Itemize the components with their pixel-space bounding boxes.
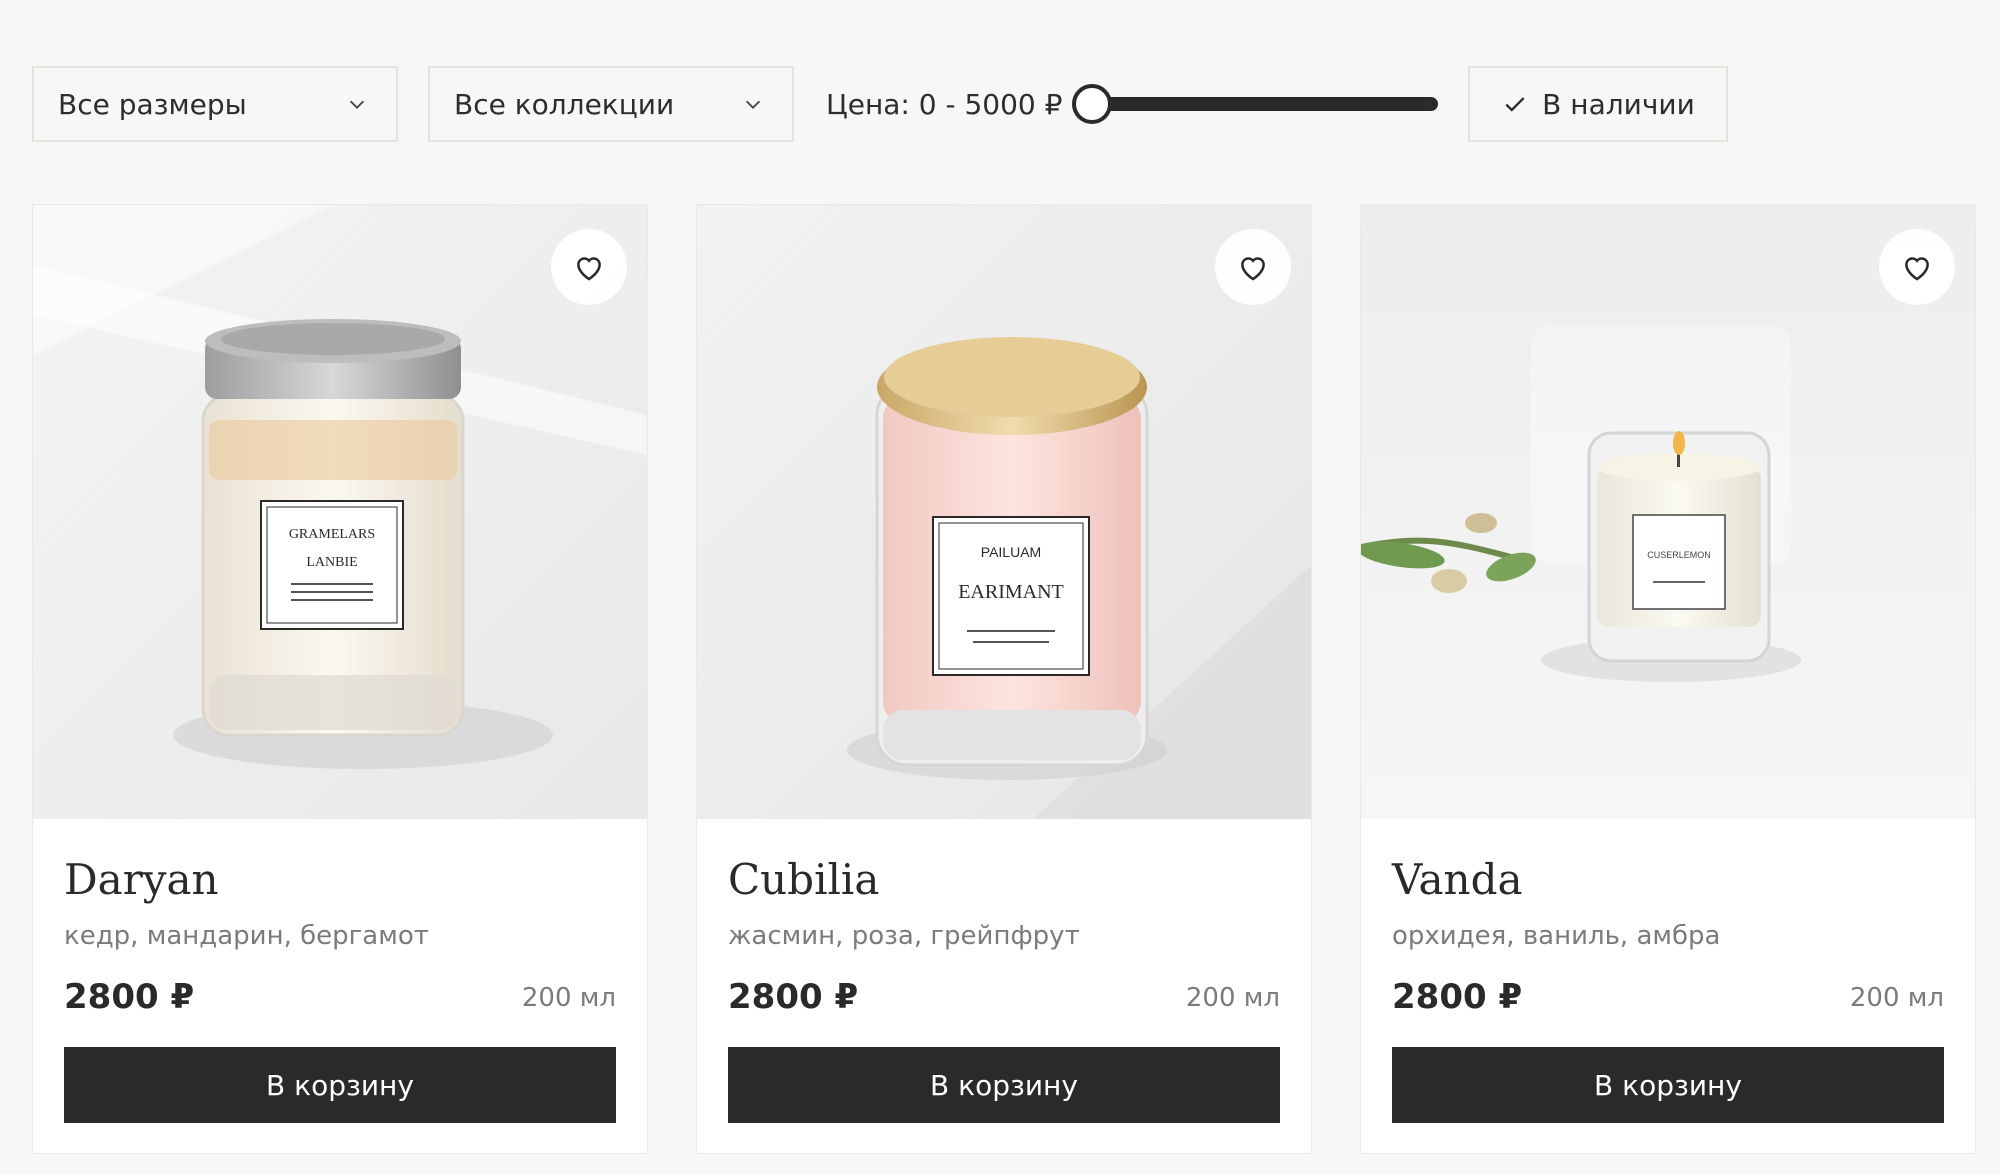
- jar-label-name: CUSERLEMON: [1647, 550, 1711, 560]
- price-slider[interactable]: [1072, 84, 1439, 124]
- price-slider-track: [1090, 97, 1439, 111]
- check-icon: [1505, 97, 1525, 112]
- heart-icon: [1241, 257, 1265, 281]
- favorite-button[interactable]: [1215, 229, 1291, 305]
- jar-label-name: LANBIE: [306, 555, 357, 570]
- in-stock-label: В наличии: [1542, 87, 1695, 121]
- product-price: 2800 ₽: [64, 977, 195, 1017]
- heart-icon: [577, 257, 601, 281]
- filter-bar: Все размеры Все коллекции Цена: 0 - 5000…: [32, 66, 1729, 142]
- chevron-down-icon: [745, 100, 761, 109]
- collection-select[interactable]: Все коллекции: [428, 66, 794, 142]
- product-photo[interactable]: CUSERLEMON: [1361, 205, 1975, 819]
- collection-select-value: Все коллекции: [454, 87, 675, 121]
- heart-icon: [1905, 257, 1929, 281]
- product-card: PAILUAM EARIMANT Cubilia жасмин, роза, г…: [696, 204, 1312, 1154]
- candle-jar-image: GRAMELARS LANBIE: [33, 205, 647, 819]
- product-notes: орхидея, ваниль, амбра: [1392, 921, 1721, 951]
- product-price: 2800 ₽: [1392, 977, 1523, 1017]
- price-filter-label: Цена: 0 - 5000 ₽: [826, 87, 1063, 121]
- product-volume: 200 мл: [1849, 983, 1944, 1013]
- chevron-down-icon: [349, 100, 365, 109]
- add-to-cart-button[interactable]: В корзину: [728, 1047, 1280, 1123]
- product-notes: жасмин, роза, грейпфрут: [728, 921, 1080, 951]
- candle-glass-image: CUSERLEMON: [1361, 205, 1975, 819]
- product-name[interactable]: Daryan: [64, 855, 219, 904]
- jar-label-brand: GRAMELARS: [289, 527, 375, 542]
- product-price: 2800 ₽: [728, 977, 859, 1017]
- size-select-value: Все размеры: [58, 87, 247, 121]
- product-name[interactable]: Cubilia: [728, 855, 879, 904]
- in-stock-toggle[interactable]: В наличии: [1468, 66, 1729, 142]
- product-volume: 200 мл: [521, 983, 616, 1013]
- product-volume: 200 мл: [1185, 983, 1280, 1013]
- product-card: CUSERLEMON Vanda орхидея, ваниль, амбра …: [1360, 204, 1976, 1154]
- favorite-button[interactable]: [1879, 229, 1955, 305]
- size-select[interactable]: Все размеры: [32, 66, 398, 142]
- product-photo[interactable]: GRAMELARS LANBIE: [33, 205, 647, 819]
- product-photo[interactable]: PAILUAM EARIMANT: [697, 205, 1311, 819]
- jar-label-brand: PAILUAM: [981, 544, 1041, 560]
- add-to-cart-button[interactable]: В корзину: [1392, 1047, 1944, 1123]
- candle-jar-image: PAILUAM EARIMANT: [697, 205, 1311, 819]
- jar-label-name: EARIMANT: [958, 581, 1064, 603]
- product-notes: кедр, мандарин, бергамот: [64, 921, 429, 951]
- product-card: GRAMELARS LANBIE Daryan кедр, мандарин, …: [32, 204, 648, 1154]
- favorite-button[interactable]: [551, 229, 627, 305]
- add-to-cart-button[interactable]: В корзину: [64, 1047, 616, 1123]
- price-slider-handle[interactable]: [1072, 84, 1113, 124]
- price-filter: Цена: 0 - 5000 ₽: [826, 84, 1439, 124]
- product-name[interactable]: Vanda: [1392, 855, 1523, 904]
